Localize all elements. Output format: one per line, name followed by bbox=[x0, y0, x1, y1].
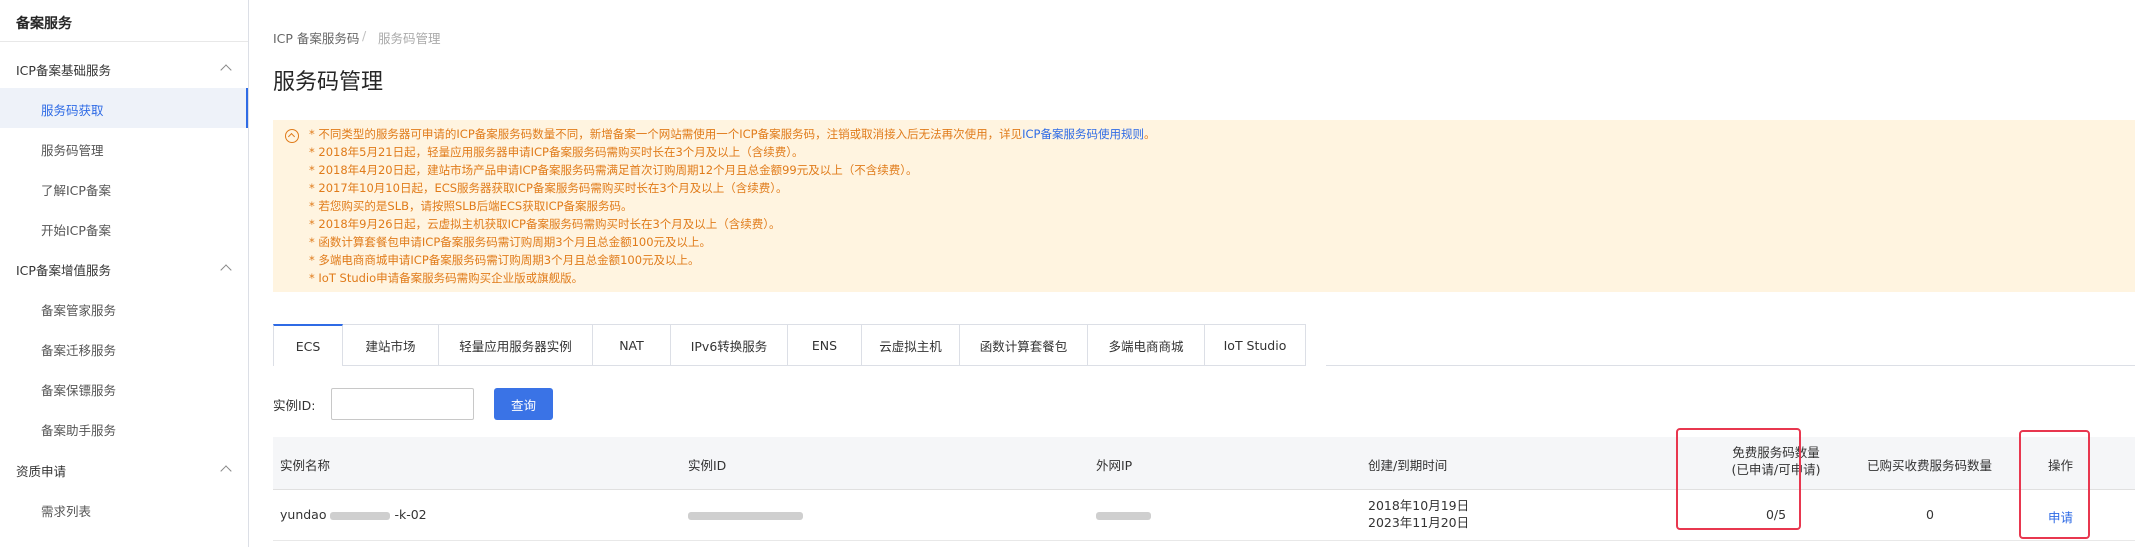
tab-fc-package[interactable]: 函数计算套餐包 bbox=[960, 324, 1088, 366]
chevron-up-icon[interactable] bbox=[220, 64, 232, 76]
col-paid-codes: 已购买收费服务码数量 bbox=[1867, 458, 1993, 473]
sidebar-item-learn-icp[interactable]: 了解ICP备案 bbox=[0, 168, 248, 208]
sidebar: 备案服务 ICP备案基础服务 服务码获取 服务码管理 了解ICP备案 开始ICP… bbox=[0, 0, 249, 547]
notice-line: * 不同类型的服务器可申请的ICP备案服务码数量不同，新增备案一个网站需使用一个… bbox=[309, 125, 1155, 143]
tab-nat[interactable]: NAT bbox=[593, 324, 671, 366]
notice-line: * 多端电商商城申请ICP备案服务码需订购周期3个月且总金额100元及以上。 bbox=[309, 253, 700, 267]
chevron-up-icon[interactable] bbox=[220, 465, 232, 477]
instance-id-label: 实例ID: bbox=[273, 398, 316, 413]
instance-name-prefix: yundao bbox=[280, 507, 327, 522]
sidebar-item-label: 服务码管理 bbox=[41, 143, 104, 158]
tab-ecommerce-mall[interactable]: 多端电商商城 bbox=[1088, 324, 1205, 366]
query-button[interactable]: 查询 bbox=[494, 388, 553, 420]
notice-line: * 2018年4月20日起，建站市场产品申请ICP备案服务码需满足首次订购周期1… bbox=[309, 163, 918, 177]
breadcrumb-current: 服务码管理 bbox=[378, 31, 441, 46]
divider bbox=[1326, 365, 2135, 366]
sidebar-item-service-code-manage[interactable]: 服务码管理 bbox=[0, 128, 248, 168]
sidebar-item-label: 备案管家服务 bbox=[41, 303, 117, 318]
cell-paid-codes: 0 bbox=[1926, 507, 1934, 522]
table-header: 实例名称 实例ID 外网IP 创建/到期时间 免费服务码数量 (已申请/可申请)… bbox=[273, 437, 2135, 490]
sidebar-item-guard[interactable]: 备案保镖服务 bbox=[0, 368, 248, 408]
col-instance-name: 实例名称 bbox=[280, 458, 331, 473]
sidebar-group-icp-value-added[interactable]: ICP备案增值服务 bbox=[16, 260, 111, 279]
sidebar-item-label: 备案保镖服务 bbox=[41, 383, 117, 398]
sidebar-item-label: 服务码获取 bbox=[41, 103, 104, 118]
created-date: 2018年10月19日 bbox=[1368, 498, 1470, 513]
breadcrumb-parent[interactable]: ICP 备案服务码 bbox=[273, 28, 359, 47]
notice-line: * 若您购买的是SLB，请按照SLB后端ECS获取ICP备案服务码。 bbox=[309, 199, 633, 213]
page-title: 服务码管理 bbox=[273, 70, 384, 95]
notice-line: * 函数计算套餐包申请ICP备案服务码需订购周期3个月且总金额100元及以上。 bbox=[309, 235, 712, 249]
redacted-text bbox=[1096, 511, 1151, 520]
collapse-icon[interactable] bbox=[285, 129, 299, 143]
col-public-ip: 外网IP bbox=[1096, 458, 1133, 473]
redacted-text bbox=[688, 511, 803, 520]
breadcrumb-separator: / bbox=[362, 28, 367, 43]
sidebar-item-label: 了解ICP备案 bbox=[41, 183, 111, 198]
cell-dates: 2018年10月19日 2023年11月20日 bbox=[1368, 497, 1469, 531]
sidebar-title: 备案服务 bbox=[16, 16, 72, 32]
divider bbox=[0, 41, 248, 42]
cell-public-ip bbox=[1096, 507, 1151, 522]
tab-lightweight-server[interactable]: 轻量应用服务器实例 bbox=[439, 324, 593, 366]
expire-date: 2023年11月20日 bbox=[1368, 515, 1470, 530]
cell-instance-name: yundao -k-02 bbox=[280, 507, 427, 522]
col-instance-id: 实例ID bbox=[688, 458, 727, 473]
tab-iot-studio[interactable]: IoT Studio bbox=[1205, 324, 1306, 366]
notice-text: * 不同类型的服务器可申请的ICP备案服务码数量不同，新增备案一个网站需使用一个… bbox=[309, 127, 1023, 141]
notice-line: * 2018年5月21日起，轻量应用服务器申请ICP备案服务码需购买时长在3个月… bbox=[309, 145, 804, 159]
sidebar-item-label: 备案迁移服务 bbox=[41, 343, 117, 358]
notice-text: 。 bbox=[1143, 127, 1156, 141]
rules-link[interactable]: ICP备案服务码使用规则 bbox=[1022, 127, 1144, 141]
sidebar-item-label: 备案助手服务 bbox=[41, 423, 117, 438]
notice-line: * 2018年9月26日起，云虚拟主机获取ICP备案服务码需购买时长在3个月及以… bbox=[309, 217, 781, 231]
notice-banner: * 不同类型的服务器可申请的ICP备案服务码数量不同，新增备案一个网站需使用一个… bbox=[273, 120, 2135, 292]
sidebar-item-requirements[interactable]: 需求列表 bbox=[0, 489, 248, 529]
tab-ecs[interactable]: ECS bbox=[273, 324, 343, 366]
highlight-box-free-codes bbox=[1676, 428, 1801, 530]
notice-line: * IoT Studio申请备案服务码需购买企业版或旗舰版。 bbox=[309, 271, 584, 285]
cell-instance-id bbox=[688, 507, 803, 522]
tab-ens[interactable]: ENS bbox=[788, 324, 862, 366]
highlight-box-action bbox=[2019, 430, 2090, 539]
chevron-up-icon[interactable] bbox=[220, 264, 232, 276]
sidebar-item-label: 开始ICP备案 bbox=[41, 223, 111, 238]
sidebar-item-assistant[interactable]: 备案助手服务 bbox=[0, 408, 248, 448]
sidebar-group-qualification[interactable]: 资质申请 bbox=[16, 461, 66, 480]
sidebar-item-label: 需求列表 bbox=[41, 504, 92, 519]
tab-virtual-host[interactable]: 云虚拟主机 bbox=[862, 324, 960, 366]
product-tabs: ECS 建站市场 轻量应用服务器实例 NAT IPv6转换服务 ENS 云虚拟主… bbox=[273, 324, 1306, 366]
col-dates: 创建/到期时间 bbox=[1368, 458, 1448, 473]
notice-line: * 2017年10月10日起，ECS服务器获取ICP备案服务码需购买时长在3个月… bbox=[309, 181, 788, 195]
tab-site-market[interactable]: 建站市场 bbox=[343, 324, 439, 366]
sidebar-group-icp-basic[interactable]: ICP备案基础服务 bbox=[16, 60, 111, 79]
sidebar-item-start-icp[interactable]: 开始ICP备案 bbox=[0, 208, 248, 248]
tab-ipv6[interactable]: IPv6转换服务 bbox=[671, 324, 788, 366]
table-row: yundao -k-02 2018年10月19日 2023年11月20日 0/5… bbox=[273, 490, 2135, 541]
sidebar-item-migration[interactable]: 备案迁移服务 bbox=[0, 328, 248, 368]
sidebar-item-butler[interactable]: 备案管家服务 bbox=[0, 288, 248, 328]
sidebar-item-service-code-get[interactable]: 服务码获取 bbox=[0, 88, 248, 128]
notice-lines: * 不同类型的服务器可申请的ICP备案服务码数量不同，新增备案一个网站需使用一个… bbox=[309, 125, 1155, 287]
redacted-text bbox=[330, 511, 391, 520]
instance-id-input[interactable] bbox=[331, 388, 474, 420]
instance-name-suffix: -k-02 bbox=[394, 507, 427, 522]
